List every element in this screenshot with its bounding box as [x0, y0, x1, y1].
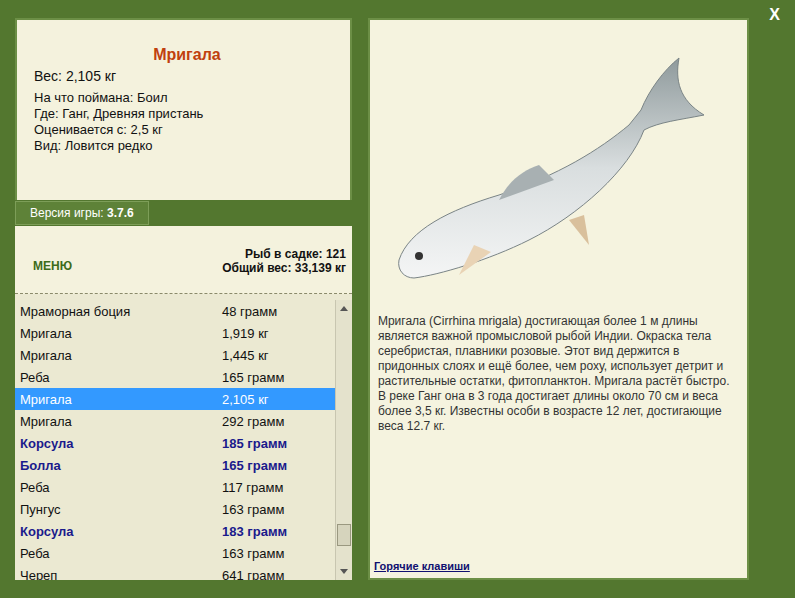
scroll-thumb[interactable] — [337, 524, 351, 546]
menu-button[interactable]: МЕНЮ — [33, 259, 72, 275]
scrollbar[interactable] — [335, 300, 352, 580]
catch-name: Реба — [15, 546, 222, 561]
scroll-track[interactable] — [336, 316, 352, 564]
catch-name: Корсула — [15, 524, 222, 539]
catch-weight: 1,919 кг — [222, 326, 335, 341]
catch-weight: 1,445 кг — [222, 348, 335, 363]
version-label: Версия игры: — [30, 206, 104, 220]
catch-weight: 165 грамм — [222, 458, 335, 473]
catch-weight: 163 грамм — [222, 546, 335, 561]
catch-row[interactable]: Корсула183 грамм — [15, 520, 335, 542]
catch-name: Корсула — [15, 436, 222, 451]
catch-name: Болла — [15, 458, 222, 473]
hotkeys-row: Горячие клавиши — [370, 560, 747, 578]
catch-row[interactable]: Череп641 грамм — [15, 564, 335, 580]
catch-name: Мраморная боция — [15, 304, 222, 319]
catch-row[interactable]: Корсула185 грамм — [15, 432, 335, 454]
catch-name: Реба — [15, 370, 222, 385]
catch-name: Мригала — [15, 348, 222, 363]
catch-weight: 641 грамм — [222, 568, 335, 581]
catch-name: Пунгус — [15, 502, 222, 517]
fish-description: Мригала (Cirrhina mrigala) достигающая б… — [370, 310, 747, 560]
catch-row[interactable]: Мригала1,919 кг — [15, 322, 335, 344]
catch-row[interactable]: Мригала292 грамм — [15, 410, 335, 432]
version-row: Версия игры: 3.7.6 — [15, 200, 352, 226]
fish-image — [370, 20, 747, 310]
keepnet-summary: Рыб в садке: 121Общий вес: 33,139 кг — [222, 247, 346, 275]
catch-name: Череп — [15, 568, 222, 581]
catch-list-area: Мраморная боция48 граммМригала1,919 кгМр… — [15, 294, 352, 580]
close-column: X — [765, 18, 795, 580]
keepnet-count: Рыб в садке: 121 — [222, 247, 346, 261]
fish-bait: На что поймана: Боил — [34, 90, 340, 106]
catch-list: Мраморная боция48 граммМригала1,919 кгМр… — [15, 300, 335, 580]
catch-panel: Мригала Вес: 2,105 кг На что поймана: Боил… — [15, 18, 352, 580]
hotkeys-link[interactable]: Горячие клавиши — [374, 560, 470, 572]
catch-weight: 183 грамм — [222, 524, 335, 539]
fish-title: Мригала — [34, 46, 340, 64]
catch-name: Мригала — [15, 414, 222, 429]
description-panel: Мригала (Cirrhina mrigala) достигающая б… — [368, 18, 749, 580]
fish-weight: Вес: 2,105 кг — [34, 68, 340, 84]
catch-weight: 48 грамм — [222, 304, 335, 319]
keepnet-weight: Общий вес: 33,139 кг — [222, 261, 346, 275]
catch-weight: 163 грамм — [222, 502, 335, 517]
catch-row[interactable]: Реба163 грамм — [15, 542, 335, 564]
catch-row[interactable]: Мраморная боция48 грамм — [15, 300, 335, 322]
catch-weight: 117 грамм — [222, 480, 335, 495]
catch-name: Мригала — [15, 326, 222, 341]
version-value: 3.7.6 — [107, 206, 134, 220]
game-version: Версия игры: 3.7.6 — [15, 201, 149, 225]
game-window: Мригала Вес: 2,105 кг На что поймана: Боил… — [0, 0, 795, 580]
catch-row[interactable]: Болла165 грамм — [15, 454, 335, 476]
catch-row[interactable]: Реба165 грамм — [15, 366, 335, 388]
catch-weight: 292 грамм — [222, 414, 335, 429]
scroll-down-icon[interactable] — [336, 564, 352, 580]
scroll-up-icon[interactable] — [336, 300, 352, 316]
fish-info: Мригала Вес: 2,105 кг На что поймана: Боил… — [15, 18, 352, 200]
catch-row[interactable]: Мригала2,105 кг — [15, 388, 335, 410]
catch-row[interactable]: Пунгус163 грамм — [15, 498, 335, 520]
catch-row[interactable]: Реба117 грамм — [15, 476, 335, 498]
fish-value: Оценивается с: 2,5 кг — [34, 122, 340, 138]
menu-bar: МЕНЮ Рыб в садке: 121Общий вес: 33,139 кг — [15, 226, 352, 294]
catch-row[interactable]: Мригала1,445 кг — [15, 344, 335, 366]
catch-name: Мригала — [15, 392, 222, 407]
fish-place: Где: Ганг, Древняя пристань — [34, 106, 340, 122]
catch-weight: 165 грамм — [222, 370, 335, 385]
fish-rarity: Вид: Ловится редко — [34, 138, 340, 154]
close-button[interactable]: X — [769, 6, 795, 24]
catch-name: Реба — [15, 480, 222, 495]
catch-weight: 2,105 кг — [222, 392, 335, 407]
catch-weight: 185 грамм — [222, 436, 335, 451]
